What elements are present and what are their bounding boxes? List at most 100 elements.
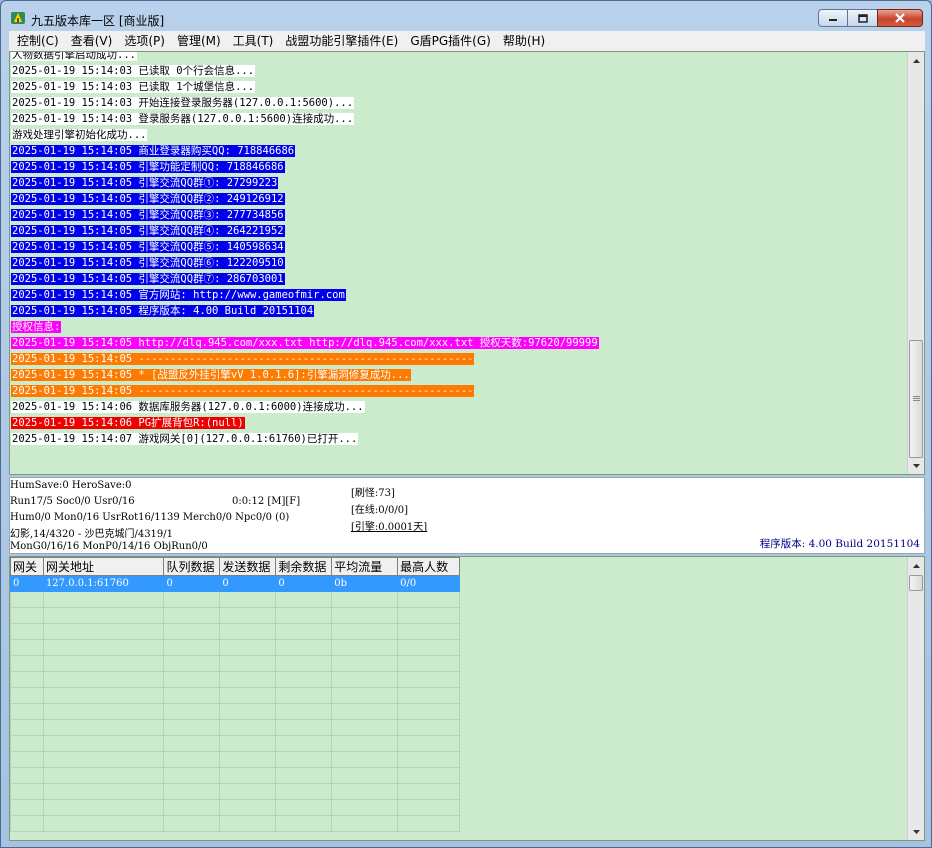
status-map: 幻影,14/4320 - 沙巴克城门/4319/1: [10, 529, 174, 540]
empty-row: [10, 767, 460, 784]
log-line: 2025-01-19 15:14:05 --------------------…: [11, 351, 906, 367]
menu-item-1[interactable]: 查看(V): [65, 31, 119, 51]
log-line: 授权信息:: [11, 319, 906, 335]
empty-cell: [42, 719, 165, 736]
empty-cell: [42, 735, 165, 752]
empty-cell: [397, 735, 460, 752]
log-scrollbar[interactable]: [907, 52, 924, 474]
log-line-text: 2025-01-19 15:14:05 引擎交流QQ群①: 27299223: [11, 177, 279, 189]
empty-cell: [275, 639, 333, 656]
empty-cell: [42, 591, 165, 608]
scroll-thumb[interactable]: [909, 340, 923, 458]
empty-cell: [331, 783, 399, 800]
empty-cell: [10, 591, 44, 608]
empty-cell: [275, 767, 333, 784]
arrow-up-icon: [912, 58, 920, 63]
arrow-down-icon: [912, 829, 920, 834]
menu-item-5[interactable]: 战盟功能引擎插件(E): [279, 31, 404, 51]
maximize-icon: [857, 13, 868, 23]
close-icon: [895, 13, 905, 23]
log-line-text: 授权信息:: [11, 321, 62, 333]
empty-cell: [331, 735, 399, 752]
empty-row: [10, 815, 460, 832]
empty-cell: [42, 751, 165, 768]
log-line: 2025-01-19 15:14:03 已读取 0个行会信息...: [11, 63, 906, 79]
column-header[interactable]: 平均流量: [331, 557, 399, 576]
log-line-text: 2025-01-19 15:14:03 登录服务器(127.0.0.1:5600…: [11, 113, 355, 125]
log-line: 2025-01-19 15:14:03 登录服务器(127.0.0.1:5600…: [11, 111, 906, 127]
maximize-button[interactable]: [847, 9, 877, 27]
empty-cell: [331, 703, 399, 720]
empty-cell: [219, 735, 277, 752]
grid-scroll-down-button[interactable]: [908, 823, 924, 840]
title-bar[interactable]: 九五版本库一区 [商业版]: [1, 1, 931, 31]
empty-cell: [163, 719, 221, 736]
log-line-text: 2025-01-19 15:14:05 --------------------…: [11, 385, 475, 397]
menu-item-4[interactable]: 工具(T): [227, 31, 280, 51]
status-engine-link[interactable]: [引擎:0.0001天]: [351, 518, 427, 533]
grid-scroll-up-button[interactable]: [908, 557, 924, 574]
empty-cell: [42, 687, 165, 704]
empty-cell: [10, 783, 44, 800]
empty-cell: [163, 735, 221, 752]
empty-cell: [163, 655, 221, 672]
minimize-button[interactable]: [818, 9, 847, 27]
empty-cell: [275, 607, 333, 624]
log-line: 游戏处理引擎初始化成功...: [11, 127, 906, 143]
empty-cell: [219, 607, 277, 624]
log-line: 2025-01-19 15:14:05 引擎交流QQ群②: 249126912: [11, 191, 906, 207]
status-online: [在线:0/0/0]: [351, 505, 408, 516]
window-controls: [818, 9, 923, 29]
empty-cell: [219, 703, 277, 720]
log-line: 2025-01-19 15:14:05 --------------------…: [11, 383, 906, 399]
grid-scroll-thumb[interactable]: [909, 575, 923, 591]
empty-cell: [42, 783, 165, 800]
close-button[interactable]: [877, 9, 923, 27]
menu-item-6[interactable]: G盾PG插件(G): [404, 31, 497, 51]
empty-cell: [10, 639, 44, 656]
empty-row: [10, 783, 460, 800]
column-header[interactable]: 队列数据: [163, 557, 221, 576]
scroll-up-button[interactable]: [908, 52, 924, 69]
log-line: 2025-01-19 15:14:05 http://dlq.945.com/x…: [11, 335, 906, 351]
table-cell: 0: [275, 575, 333, 592]
table-row[interactable]: 0 127.0.0.1:61760 0 0 0 0b 0/0: [10, 575, 460, 592]
empty-cell: [397, 623, 460, 640]
menu-item-7[interactable]: 帮助(H): [497, 31, 551, 51]
empty-cell: [10, 671, 44, 688]
arrow-up-icon: [912, 563, 920, 568]
status-monsters: MonG0/16/16 MonP0/14/16 ObjRun0/0: [10, 541, 208, 552]
scroll-down-button[interactable]: [908, 457, 924, 474]
column-header[interactable]: 网关地址: [42, 557, 165, 576]
empty-cell: [331, 767, 399, 784]
empty-cell: [10, 607, 44, 624]
empty-cell: [219, 799, 277, 816]
log-line-text: 2025-01-19 15:14:05 引擎交流QQ群⑦: 286703001: [11, 273, 285, 285]
empty-cell: [163, 751, 221, 768]
log-line: 2025-01-19 15:14:05 引擎交流QQ群⑥: 122209510: [11, 255, 906, 271]
empty-cell: [397, 655, 460, 672]
column-header[interactable]: 剩余数据: [275, 557, 333, 576]
column-header[interactable]: 发送数据: [219, 557, 277, 576]
empty-cell: [219, 671, 277, 688]
column-header[interactable]: 网关: [10, 557, 44, 576]
empty-cell: [219, 687, 277, 704]
empty-cell: [275, 687, 333, 704]
log-line: 2025-01-19 15:14:05 引擎交流QQ群⑤: 140598634: [11, 239, 906, 255]
empty-cell: [331, 607, 399, 624]
menu-item-0[interactable]: 控制(C): [11, 31, 65, 51]
menu-item-3[interactable]: 管理(M): [171, 31, 227, 51]
empty-cell: [219, 639, 277, 656]
log-line-text: 人物数据引擎启动成功...: [11, 51, 137, 61]
log-line: 2025-01-19 15:14:07 游戏网关[0](127.0.0.1:61…: [11, 431, 906, 447]
menu-item-2[interactable]: 选项(P): [118, 31, 171, 51]
grid-scrollbar[interactable]: [907, 557, 924, 840]
log-line-text: 游戏处理引擎初始化成功...: [11, 129, 148, 141]
main-window: 九五版本库一区 [商业版] 控制(C) 查看(V) 选项(P) 管理(M) 工具(T) 战…: [0, 0, 932, 848]
column-header[interactable]: 最高人数: [397, 557, 460, 576]
empty-cell: [163, 623, 221, 640]
empty-cell: [10, 623, 44, 640]
gateway-table: 网关 网关地址 队列数据 发送数据 剩余数据 平均流量 最高人数 0 127.0.0.1:61…: [10, 557, 460, 832]
status-counts: Hum0/0 Mon0/16 UsrRot16/1139 Merch0/0 Np…: [10, 512, 290, 523]
empty-cell: [397, 815, 460, 832]
